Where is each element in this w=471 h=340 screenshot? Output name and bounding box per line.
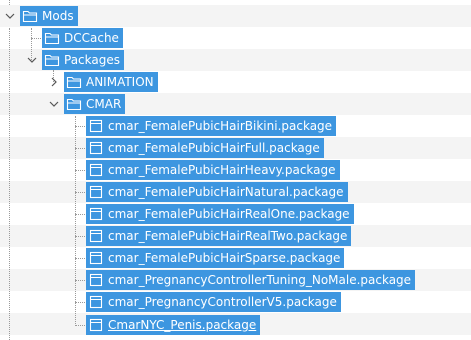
folder-open-icon [44, 53, 60, 67]
tree-item-label: cmar_FemalePubicHairNatural.package [108, 185, 344, 199]
tree-item-label: cmar_FemalePubicHairBikini.package [108, 119, 333, 133]
tree-line [9, 0, 10, 5]
tree-item-packages[interactable]: Packages [42, 50, 124, 70]
folder-icon [66, 75, 82, 89]
tree-item-label: cmar_FemalePubicHairRealOne.package [108, 207, 350, 221]
package-file-icon [88, 207, 104, 221]
package-file-icon [88, 229, 104, 243]
chevron-down-icon[interactable] [26, 54, 38, 66]
folder-open-icon [22, 9, 38, 23]
tree-item-file[interactable]: cmar_FemalePubicHairFull.package [86, 138, 324, 158]
package-file-icon [88, 295, 104, 309]
tree-item-label: cmar_FemalePubicHairFull.package [108, 141, 320, 155]
chevron-right-icon[interactable] [48, 76, 60, 88]
tree-item-animation[interactable]: ANIMATION [64, 72, 158, 92]
package-file-icon [88, 141, 104, 155]
package-file-icon [88, 185, 104, 199]
tree-line [9, 28, 10, 340]
tree-item-label: cmar_FemalePubicHairSparse.package [108, 251, 341, 265]
tree-item-label: ANIMATION [86, 75, 154, 89]
tree-line [31, 38, 41, 39]
tree-item-label: cmar_FemalePubicHairRealTwo.package [108, 229, 348, 243]
tree-item-file[interactable]: cmar_PregnancyControllerV5.package [86, 292, 341, 312]
tree-item-file[interactable]: cmar_PregnancyControllerTuning_NoMale.pa… [86, 270, 416, 290]
tree-item-file[interactable]: cmar_FemalePubicHairSparse.package [86, 248, 345, 268]
package-file-icon [88, 318, 104, 332]
tree-item-dccache[interactable]: DCCache [42, 28, 123, 48]
tree-item-label: Packages [64, 53, 120, 67]
tree-item-file[interactable]: cmar_FemalePubicHairRealTwo.package [86, 226, 352, 246]
tree-item-mods[interactable]: Mods [20, 6, 78, 26]
tree-item-label: DCCache [64, 31, 119, 45]
tree-item-label: CMAR [86, 97, 122, 111]
tree-item-file[interactable]: cmar_FemalePubicHairBikini.package [86, 116, 337, 136]
tree-item-label: cmar_PregnancyControllerTuning_NoMale.pa… [108, 273, 412, 287]
tree-item-label: cmar_FemalePubicHairHeavy.package [108, 163, 336, 177]
tree-item-file[interactable]: cmar_FemalePubicHairNatural.package [86, 182, 348, 202]
folder-open-icon [66, 97, 82, 111]
folder-icon [44, 31, 60, 45]
package-file-icon [88, 251, 104, 265]
tree-item-file[interactable]: cmar_FemalePubicHairHeavy.package [86, 160, 340, 180]
tree-item-file[interactable]: cmar_FemalePubicHairRealOne.package [86, 204, 354, 224]
tree-item-label: CmarNYC_Penis.package [108, 318, 257, 332]
package-file-icon [88, 119, 104, 133]
chevron-down-icon[interactable] [4, 10, 16, 22]
tree-item-label: Mods [42, 9, 74, 23]
tree-item-cmar[interactable]: CMAR [64, 94, 126, 114]
tree-item-label: cmar_PregnancyControllerV5.package [108, 295, 337, 309]
package-file-icon [88, 273, 104, 287]
tree-item-file[interactable]: CmarNYC_Penis.package [86, 315, 261, 335]
package-file-icon [88, 163, 104, 177]
chevron-down-icon[interactable] [48, 98, 60, 110]
